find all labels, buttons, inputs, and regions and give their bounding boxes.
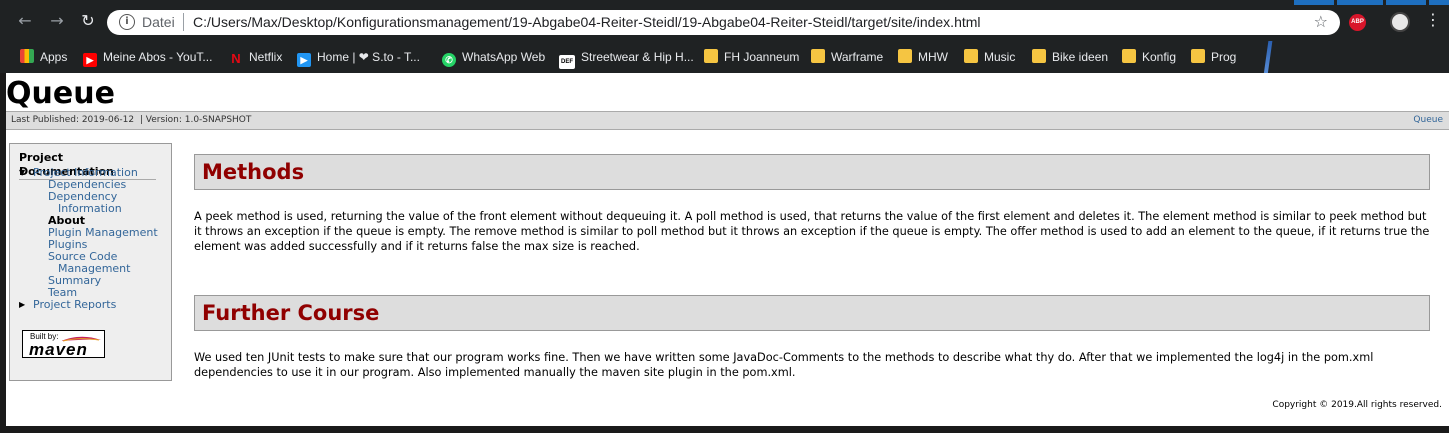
bookmark-folder-warframe[interactable]: Warframe [811, 49, 883, 65]
bookmark-netflix[interactable]: N Netflix [229, 49, 283, 66]
bookmark-apps[interactable]: Apps [20, 49, 67, 65]
folder-icon [898, 49, 912, 63]
web-page: Queue Last Published: 2019-06-12 | Versi… [6, 73, 1449, 426]
bookmark-folder-prog[interactable]: Prog [1191, 49, 1236, 65]
bookmark-label: Warframe [831, 50, 884, 64]
copyright-footer: Copyright © 2019.All rights reserved. [1272, 400, 1442, 410]
extension-icon[interactable] [1390, 12, 1410, 32]
bookmark-streetwear[interactable]: DEF Streetwear & Hip H... [559, 49, 694, 69]
adblock-extension-icon[interactable]: ABP [1349, 14, 1366, 31]
bookmark-label: FH Joanneum [724, 50, 800, 64]
bookmark-label: Prog [1211, 50, 1237, 64]
collapsed-arrow-icon[interactable]: ▶ [19, 299, 25, 311]
address-bar[interactable]: i Datei C:/Users/Max/Desktop/Konfigurati… [107, 10, 1340, 35]
section-heading-methods: Methods [194, 154, 1430, 190]
sidebar-navigation: Project Documentation ▼ Project Informat… [9, 143, 172, 381]
bookmark-sto[interactable]: ▶ Home | ❤ S.to - T... [297, 49, 420, 67]
main-content: Methods A peek method is used, returning… [194, 73, 1434, 426]
bookmark-folder-bike[interactable]: Bike ideen [1032, 49, 1108, 65]
bookmark-label: Meine Abos - YouT... [103, 50, 213, 64]
folder-icon [1191, 49, 1205, 63]
browser-toolbar: ← → ↻ i Datei C:/Users/Max/Desktop/Konfi… [0, 0, 1449, 41]
address-scheme-label: Datei [142, 14, 175, 30]
netflix-icon: N [231, 51, 241, 66]
bookmark-label: Music [984, 50, 1016, 64]
maven-wordmark: maven [29, 340, 88, 359]
folder-icon [964, 49, 978, 63]
bookmark-label: Konfig [1142, 50, 1177, 64]
sto-icon: ▶ [297, 53, 311, 67]
section-heading-further-course: Further Course [194, 295, 1430, 331]
address-separator [183, 13, 184, 31]
section-text-methods: A peek method is used, returning the val… [194, 210, 1430, 254]
bookmarks-bar: Apps ▶ Meine Abos - YouT... N Netflix ▶ Hom… [0, 44, 1449, 70]
folder-icon [1122, 49, 1136, 63]
bookmark-label: Streetwear & Hip H... [581, 50, 694, 64]
forward-icon[interactable]: → [48, 12, 66, 30]
browser-chrome: ← → ↻ i Datei C:/Users/Max/Desktop/Konfi… [0, 0, 1449, 75]
bookmark-label: WhatsApp Web [462, 50, 546, 64]
folder-icon [811, 49, 825, 63]
bookmark-label: Home | ❤ S.to - T... [317, 50, 420, 64]
whatsapp-icon: ✆ [442, 53, 456, 67]
site-title: Queue [6, 76, 115, 111]
info-icon[interactable]: i [119, 14, 135, 30]
bookmark-label: Bike ideen [1052, 50, 1109, 64]
youtube-icon: ▶ [83, 53, 97, 67]
nav-project-reports[interactable]: Project Reports [33, 299, 116, 311]
built-by-maven-logo[interactable]: Built by: maven [22, 330, 105, 359]
bookmark-label: Netflix [249, 50, 283, 64]
bookmark-youtube[interactable]: ▶ Meine Abos - YouT... [83, 49, 213, 67]
folder-icon [704, 49, 718, 63]
bookmark-folder-fh[interactable]: FH Joanneum [704, 49, 799, 65]
apps-grid-icon [20, 49, 34, 63]
section-text-further-course: We used ten JUnit tests to make sure tha… [194, 351, 1374, 380]
bookmark-folder-mhw[interactable]: MHW [898, 49, 948, 65]
expanded-arrow-icon[interactable]: ▼ [19, 167, 25, 179]
reload-icon[interactable]: ↻ [79, 12, 97, 30]
bookmark-star-icon[interactable]: ☆ [1314, 12, 1328, 31]
back-icon[interactable]: ← [16, 12, 34, 30]
def-icon: DEF [559, 55, 575, 69]
bookmark-folder-music[interactable]: Music [964, 49, 1015, 65]
bookmark-folder-konfig[interactable]: Konfig [1122, 49, 1176, 65]
browser-menu-icon[interactable]: ⋮ [1425, 10, 1441, 29]
bookmark-whatsapp[interactable]: ✆ WhatsApp Web [442, 49, 546, 67]
bookmark-label: Apps [40, 50, 68, 64]
bookmark-label: MHW [918, 50, 948, 64]
address-url[interactable]: C:/Users/Max/Desktop/Konfigurationsmanag… [193, 14, 981, 30]
folder-icon [1032, 49, 1046, 63]
